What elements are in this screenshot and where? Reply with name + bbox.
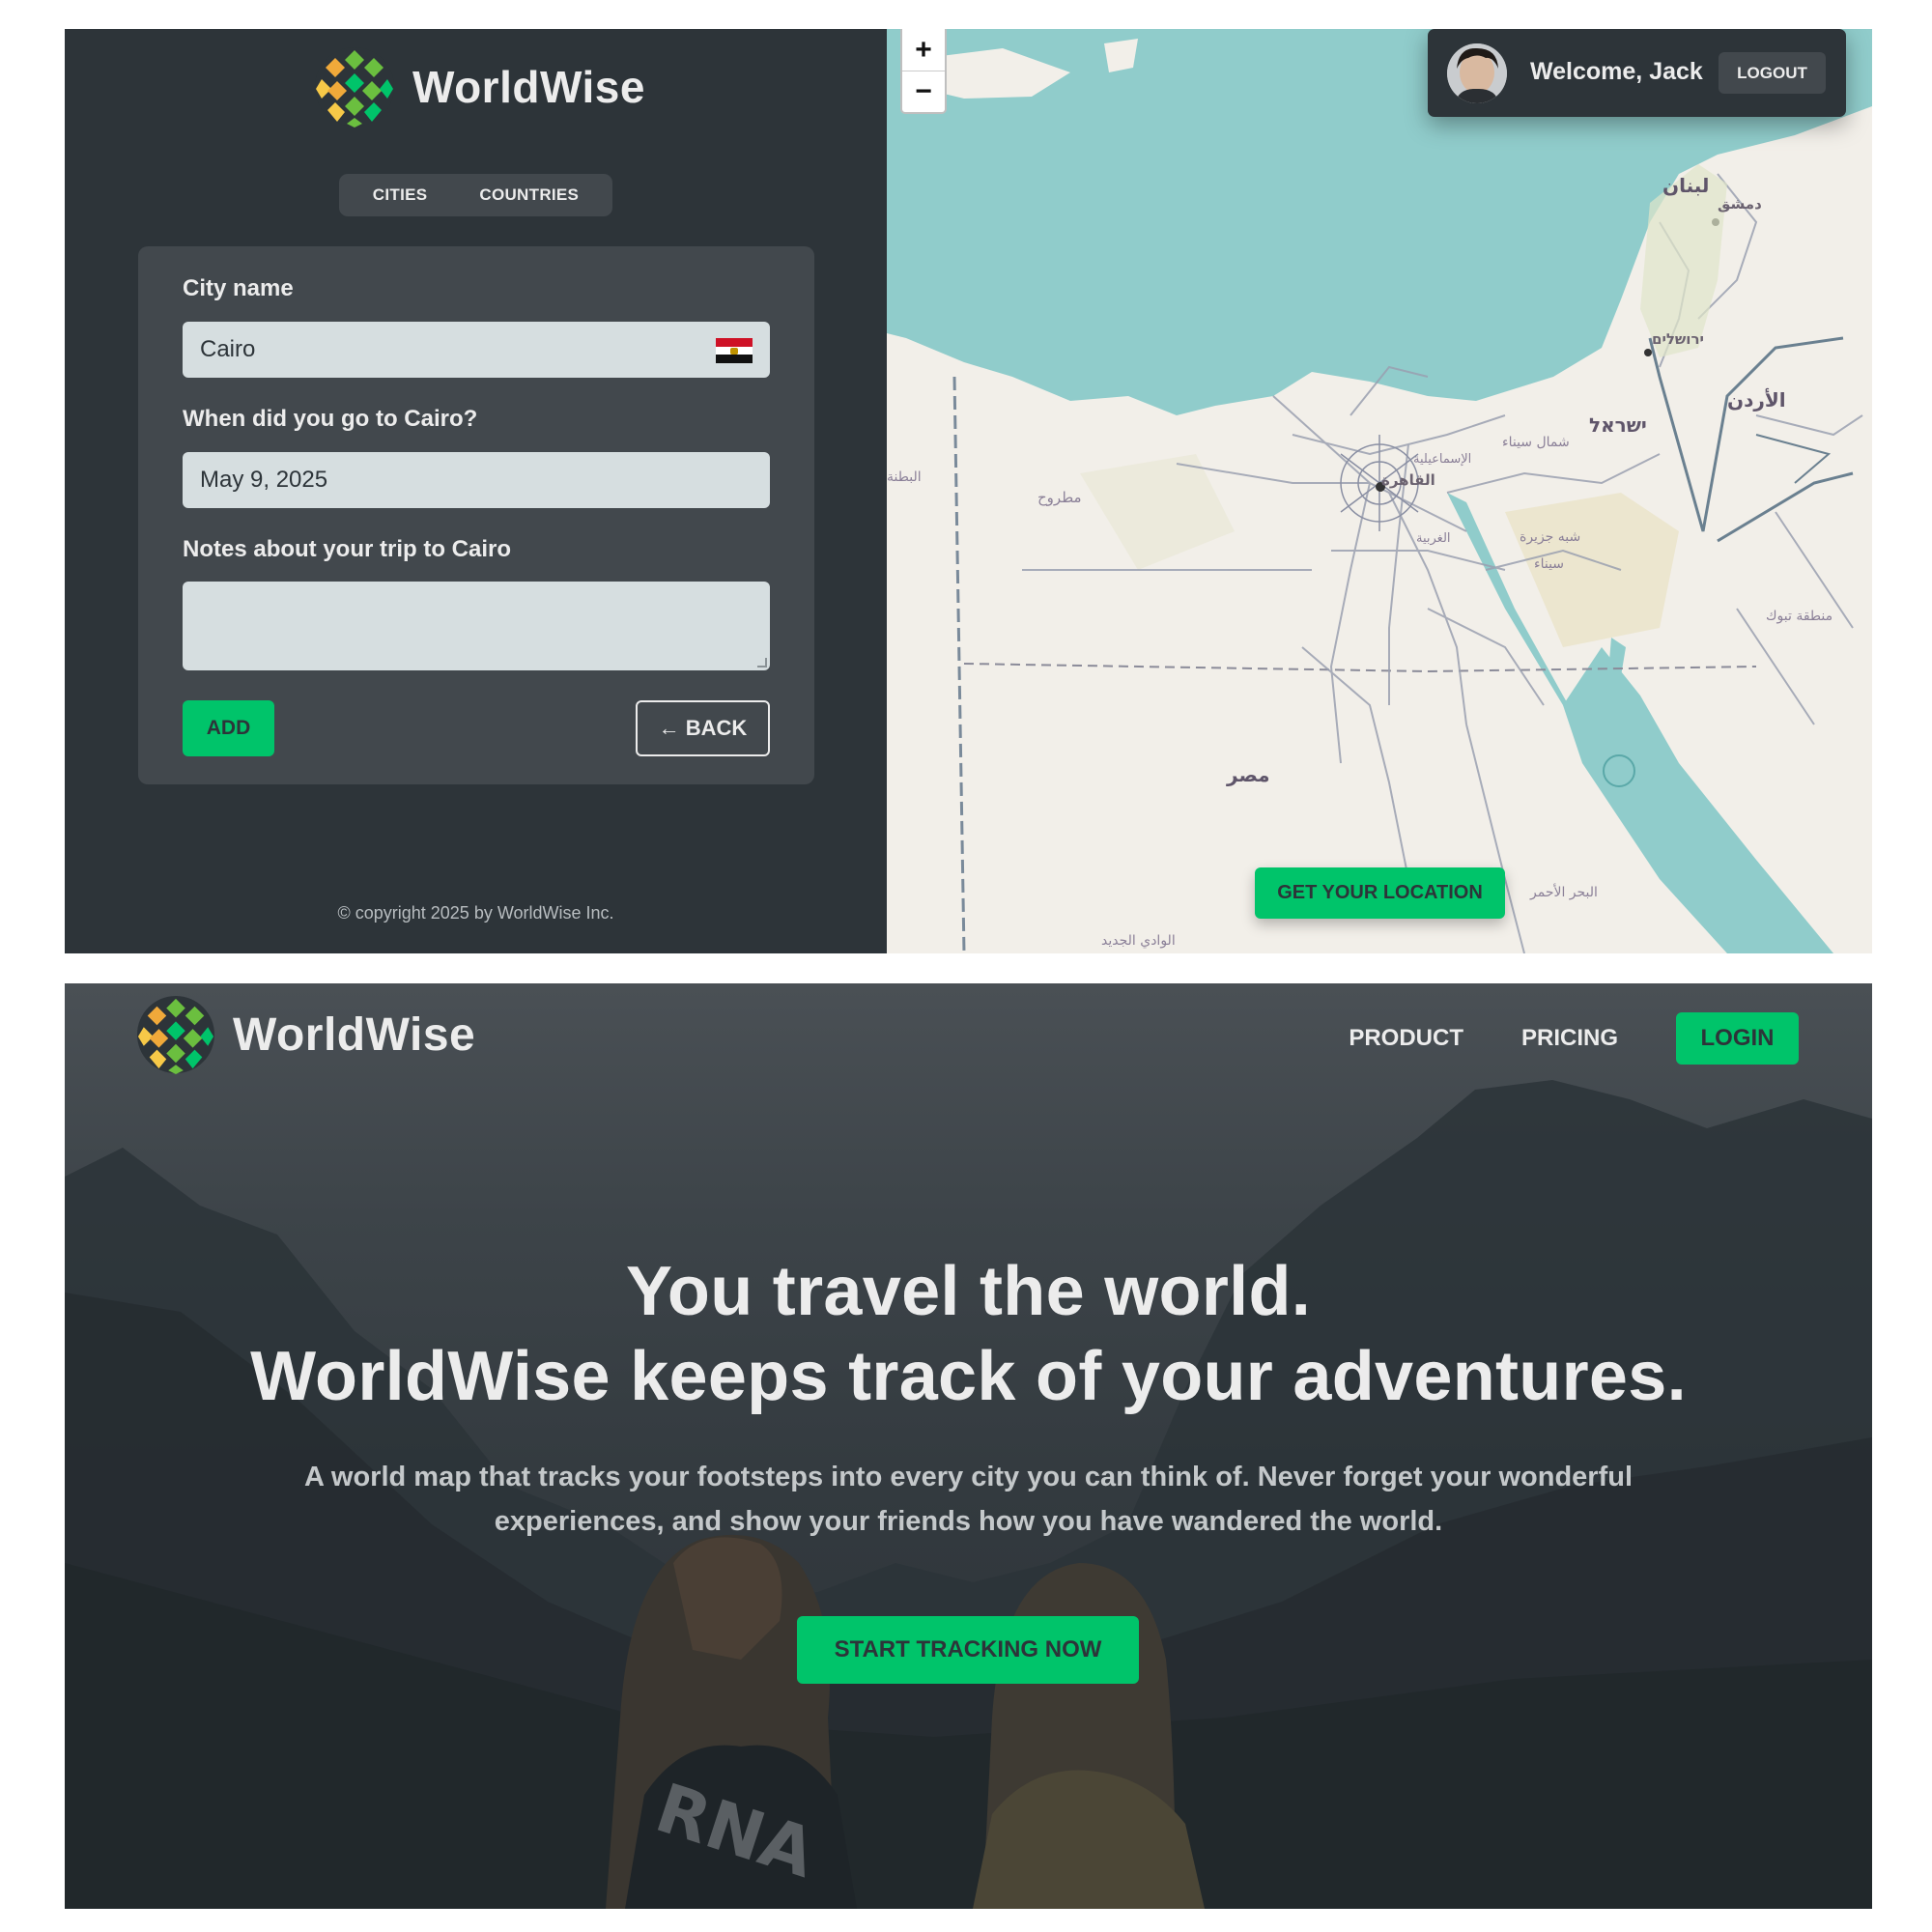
- city-name-input[interactable]: Cairo: [183, 322, 770, 378]
- egypt-flag-icon: [716, 338, 753, 364]
- map-label-ismailia: الإسماعيلية: [1413, 452, 1472, 467]
- globe-logo-icon: [136, 995, 215, 1074]
- date-input[interactable]: May 9, 2025: [183, 452, 770, 508]
- add-button[interactable]: ADD: [183, 700, 274, 756]
- brand-name: WorldWise: [233, 1009, 476, 1061]
- sidebar: WorldWise CITIES COUNTRIES City name Cai…: [65, 29, 887, 953]
- logout-button[interactable]: LOGOUT: [1719, 52, 1826, 94]
- city-name-value: Cairo: [200, 336, 256, 362]
- zoom-out-button[interactable]: −: [902, 71, 945, 112]
- map-label-cairo: القاهرة: [1381, 471, 1435, 489]
- nav-product-link[interactable]: PRODUCT: [1349, 1025, 1463, 1052]
- map-label-new-valley: الوادي الجديد: [1101, 933, 1176, 949]
- map[interactable]: لبنان دمشق ירושלים الأردن ישראל شمال سين…: [887, 29, 1872, 953]
- map-label-jordan: الأردن: [1727, 388, 1786, 412]
- globe-logo-icon: [315, 47, 394, 128]
- nav-pricing-link[interactable]: PRICING: [1521, 1025, 1618, 1052]
- main-nav: PRODUCT PRICING LOGIN: [1349, 1012, 1799, 1065]
- map-label-tabuk: منطقة تبوك: [1766, 609, 1833, 624]
- home-logo[interactable]: WorldWise: [136, 995, 475, 1074]
- hero-title: You travel the world. WorldWise keeps tr…: [65, 1249, 1872, 1419]
- map-tiles: [887, 29, 1872, 953]
- resize-handle-icon[interactable]: [757, 658, 767, 668]
- map-label-matrouh: مطروح: [1037, 489, 1082, 506]
- hero-subtitle: A world map that tracks your footsteps i…: [303, 1462, 1634, 1537]
- hero-title-line1: You travel the world.: [625, 1253, 1312, 1330]
- date-label: When did you go to Cairo?: [183, 406, 478, 432]
- add-city-form: City name Cairo When did you go to Cairo…: [138, 246, 814, 784]
- map-label-north-sinai: شمال سيناء: [1502, 435, 1570, 450]
- date-value: May 9, 2025: [200, 467, 328, 493]
- map-label-lebanon: لبنان: [1662, 174, 1710, 197]
- app-screen: WorldWise CITIES COUNTRIES City name Cai…: [65, 29, 1872, 953]
- notes-textarea[interactable]: [183, 582, 770, 670]
- back-button[interactable]: ← BACK: [636, 700, 770, 756]
- tab-bar: CITIES COUNTRIES: [339, 174, 612, 216]
- zoom-control: + −: [900, 29, 947, 114]
- map-label-damascus: دمشق: [1718, 195, 1762, 213]
- home-screen: RNA WorldWise PRODUCT PRICING LOGIN You …: [65, 983, 1872, 1909]
- map-label-egypt: مصر: [1227, 763, 1270, 786]
- start-tracking-button[interactable]: START TRACKING NOW: [797, 1616, 1139, 1684]
- tab-countries[interactable]: COUNTRIES: [458, 178, 600, 213]
- get-location-button[interactable]: GET YOUR LOCATION: [1255, 867, 1505, 919]
- notes-label: Notes about your trip to Cairo: [183, 536, 512, 562]
- hero-title-line2: WorldWise keeps track of your adventures…: [250, 1338, 1687, 1415]
- copyright: © copyright 2025 by WorldWise Inc.: [337, 903, 614, 923]
- zoom-in-button[interactable]: +: [902, 29, 945, 71]
- map-label-jerusalem: ירושלים: [1652, 330, 1704, 348]
- hero-background-image: RNA: [65, 1080, 1872, 1909]
- city-name-label: City name: [183, 275, 294, 301]
- brand-name: WorldWise: [412, 62, 645, 112]
- avatar: [1447, 43, 1507, 103]
- user-panel: Welcome, Jack LOGOUT: [1428, 29, 1846, 117]
- map-label-sinai: سيناء: [1534, 556, 1565, 572]
- welcome-text: Welcome, Jack: [1530, 58, 1703, 85]
- map-label-gharbia: الغربية: [1416, 531, 1451, 546]
- map-label-israel: ישראל: [1589, 413, 1647, 437]
- map-label-red-sea: البحر الأحمر: [1530, 885, 1598, 900]
- map-label-peninsula: شبه جزيرة: [1520, 529, 1581, 545]
- map-label-west: البطنة: [887, 469, 922, 485]
- logo[interactable]: WorldWise: [314, 46, 645, 128]
- tab-cities[interactable]: CITIES: [352, 178, 449, 213]
- login-button[interactable]: LOGIN: [1676, 1012, 1799, 1065]
